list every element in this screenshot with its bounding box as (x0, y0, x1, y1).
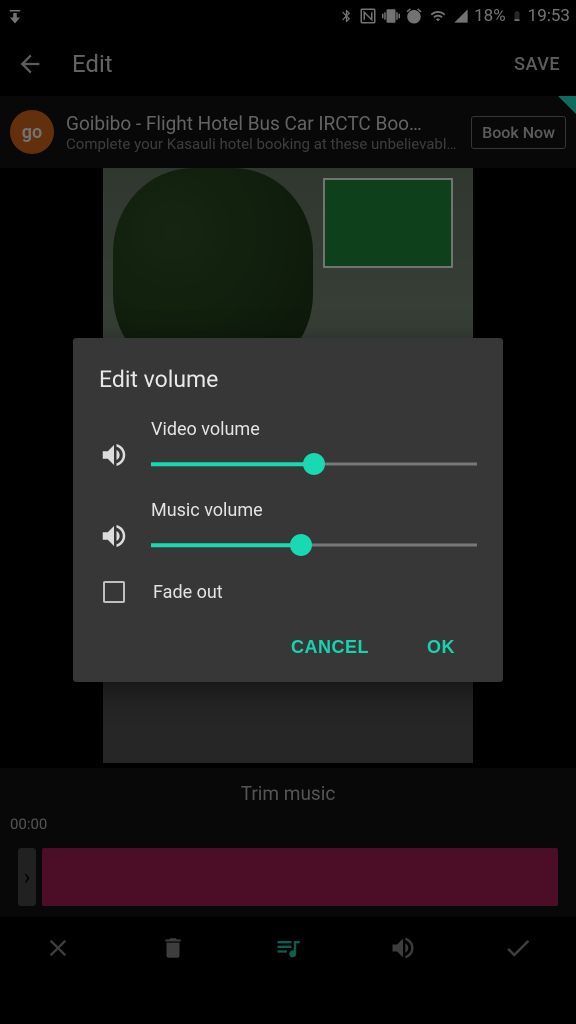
ad-subtitle: Complete your Kasauli hotel booking at t… (66, 135, 459, 153)
download-icon (6, 7, 24, 25)
fade-out-checkbox[interactable] (103, 581, 125, 603)
video-volume-thumb (303, 453, 325, 475)
music-volume-label: Music volume (151, 500, 477, 521)
ad-cta-button[interactable]: Book Now (471, 116, 566, 149)
trim-track[interactable] (42, 848, 558, 906)
music-volume-fill (151, 543, 301, 547)
ad-title: Goibibo - Flight Hotel Bus Car IRCTC Boo… (66, 112, 459, 135)
signal-icon (453, 8, 469, 24)
vibrate-icon (382, 7, 400, 25)
bluetooth-icon (339, 7, 354, 25)
wifi-icon (428, 8, 448, 24)
app-header: Edit SAVE (0, 32, 576, 96)
video-volume-fill (151, 462, 314, 466)
trim-bar[interactable]: › (0, 837, 576, 917)
bottom-toolbar (0, 917, 576, 987)
volume-icon (99, 521, 131, 553)
close-button[interactable] (36, 926, 80, 970)
music-button[interactable] (266, 926, 310, 970)
battery-pct: 18% (474, 6, 506, 26)
ad-banner[interactable]: go Goibibo - Flight Hotel Bus Car IRCTC … (0, 96, 576, 168)
alarm-icon (405, 7, 423, 25)
back-icon[interactable] (16, 50, 44, 78)
clock: 19:53 (528, 6, 570, 26)
save-button[interactable]: SAVE (514, 54, 560, 75)
cancel-button[interactable]: CANCEL (287, 629, 373, 666)
ok-button[interactable]: OK (423, 629, 459, 666)
trim-time: 00:00 (0, 811, 576, 837)
ad-logo: go (10, 110, 54, 154)
trim-handle-left[interactable]: › (18, 848, 36, 906)
battery-icon (511, 7, 523, 25)
video-volume-label: Video volume (151, 419, 477, 440)
delete-button[interactable] (151, 926, 195, 970)
nfc-icon (359, 7, 377, 25)
volume-icon (99, 440, 131, 472)
video-volume-slider[interactable] (151, 454, 477, 474)
music-volume-slider[interactable] (151, 535, 477, 555)
volume-button[interactable] (381, 926, 425, 970)
adchoices-icon[interactable] (558, 96, 576, 114)
dialog-title: Edit volume (99, 366, 477, 393)
status-bar: 18% 19:53 (0, 0, 576, 32)
music-volume-thumb (290, 534, 312, 556)
edit-volume-dialog: Edit volume Video volume Music volume (73, 338, 503, 682)
confirm-button[interactable] (496, 926, 540, 970)
trim-music-label: Trim music (0, 768, 576, 811)
page-title: Edit (72, 50, 514, 78)
fade-out-label: Fade out (153, 582, 223, 603)
